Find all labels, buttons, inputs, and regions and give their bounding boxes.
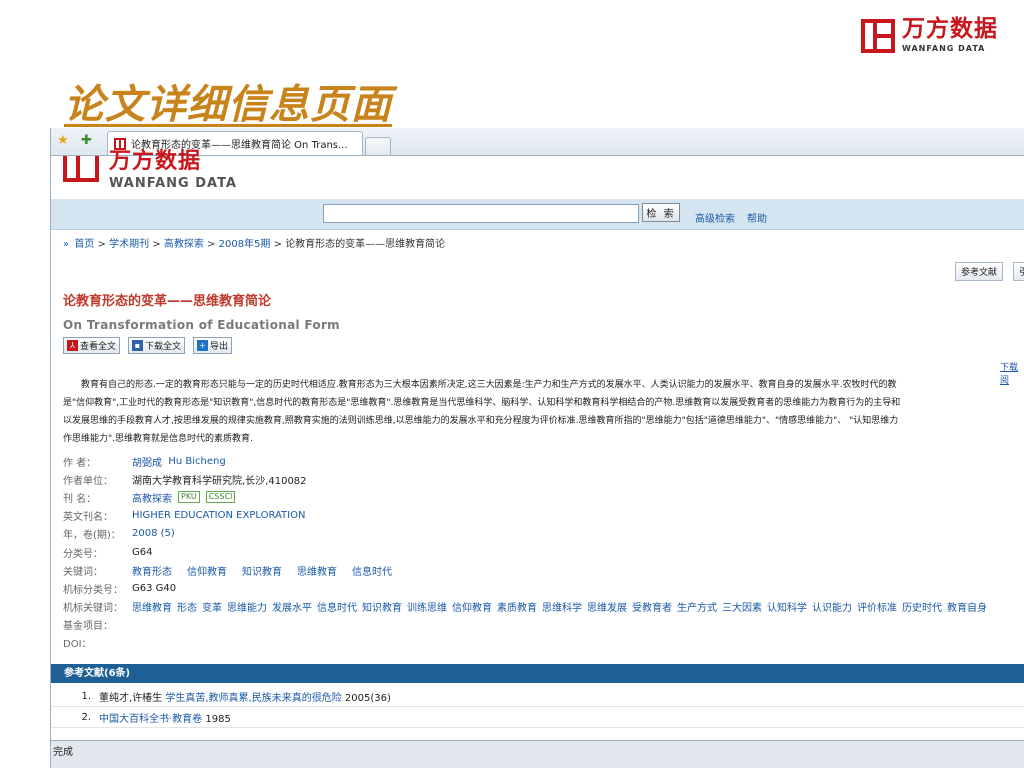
machine-keyword-link[interactable]: 评价标准 — [857, 599, 897, 614]
machine-keyword-link[interactable]: 思维发展 — [587, 599, 627, 614]
search-input[interactable] — [323, 204, 639, 223]
browser-window: ★ ✚ 论教育形态的变革——思维教育简论 On Trans... 万方数据 WA… — [50, 128, 1024, 768]
article-abstract: 教育有自己的形态.一定的教育形态只能与一定的历史时代相适应.教育形态为三大根本因… — [63, 376, 1024, 446]
references-button[interactable]: 参考文献 — [955, 262, 1004, 281]
export-icon: + — [197, 340, 208, 351]
meta-fund-row: 基金项目： — [63, 621, 113, 633]
reference-list: 1. 董纯才,许椿生 学生真苦,教师真累,民族未来真的很危险 2005(36) … — [51, 686, 1024, 728]
article-title-en: On Transformation of Educational Form — [63, 318, 340, 332]
save-icon: ▪ — [132, 340, 143, 351]
class-number: G64 — [132, 546, 153, 558]
keyword-link[interactable]: 知识教育 — [242, 563, 282, 578]
slide-logo-en: WANFANG DATA — [902, 44, 986, 53]
machine-keyword-link[interactable]: 发展水平 — [272, 599, 312, 614]
wanfang-logo-icon — [63, 156, 99, 182]
add-favorite-icon[interactable]: ✚ — [81, 133, 92, 149]
machine-keyword-link[interactable]: 生产方式 — [677, 599, 717, 614]
search-button[interactable]: 检 索 — [642, 203, 680, 222]
meta-machine-keywords-row: 机标关键词： 思维教育 形态 变革 思维能力 发展水平 信息时代 知识教育 训练… — [63, 598, 992, 616]
machine-keyword-link[interactable]: 三大因素 — [722, 599, 762, 614]
reference-title-link[interactable]: 中国大百科全书·教育卷 — [99, 714, 202, 725]
machine-keyword-link[interactable]: 思维教育 — [132, 599, 172, 614]
machine-keyword-link[interactable]: 教育自身 — [947, 599, 987, 614]
year-issue-link[interactable]: 2008 (5) — [132, 528, 175, 539]
advanced-search-link[interactable]: 高级检索 — [695, 210, 735, 225]
favorites-star-icon[interactable]: ★ — [57, 133, 69, 149]
wanfang-favicon-icon — [114, 137, 126, 150]
new-tab-button[interactable] — [365, 137, 391, 155]
site-logo-cn: 万方数据 — [109, 149, 202, 174]
abstract-line: 作思维能力".思维教育就是信息时代的素质教育. — [63, 434, 253, 444]
keyword-link[interactable]: 信仰教育 — [187, 563, 227, 578]
site-header: 万方数据 WANFANG DATA — [51, 151, 1024, 200]
site-logo-en: WANFANG DATA — [109, 176, 237, 191]
cssci-badge: CSSCI — [205, 491, 236, 504]
reference-title-link[interactable]: 学生真苦,教师真累,民族未来真的很危险 — [165, 693, 341, 704]
breadcrumb-current: 论教育形态的变革——思维教育简论 — [285, 239, 446, 250]
site-logo[interactable]: 万方数据 WANFANG DATA — [63, 151, 237, 191]
view-fulltext-button[interactable]: ⅄ 查看全文 — [63, 337, 121, 354]
reference-item: 2. 中国大百科全书·教育卷 1985 — [51, 707, 1024, 728]
pku-badge: PKU — [178, 491, 200, 504]
breadcrumb-issue[interactable]: 2008年5期 — [219, 239, 271, 250]
abstract-line: 是"信仰教育",工业时代的教育形态是"知识教育",信息时代的教育形态是"思维教育… — [63, 398, 901, 408]
author-org: 湖南大学教育科学研究院,长沙,410082 — [132, 475, 307, 487]
machine-keyword-link[interactable]: 信息时代 — [317, 599, 357, 614]
slide-logo-cn: 万方数据 — [902, 16, 998, 42]
breadcrumb-home[interactable]: 首页 — [74, 239, 94, 250]
breadcrumb-arrow-icon: » — [63, 239, 70, 250]
author-en-link[interactable]: Hu Bicheng — [168, 456, 225, 467]
export-button[interactable]: + 导出 — [193, 337, 233, 354]
slide-logo: 万方数据 WANFANG DATA — [861, 18, 998, 53]
abstract-line: 以发展思维的手段教育人才,按思维发展的规律实施教育,照教育实施的法则训练思维,以… — [63, 416, 899, 426]
meta-class-row: 分类号： G64 — [63, 546, 153, 560]
meta-doi-row: DOI： — [63, 639, 92, 651]
machine-keyword-link[interactable]: 知识教育 — [362, 599, 402, 614]
meta-org-row: 作者单位： 湖南大学教育科学研究院,长沙,410082 — [63, 470, 992, 488]
machine-keyword-link[interactable]: 素质教育 — [497, 599, 537, 614]
machine-keyword-link[interactable]: 思维科学 — [542, 599, 582, 614]
slide-title: 论文详细信息页面 — [64, 82, 392, 128]
author-link[interactable]: 胡弼成 — [132, 454, 162, 469]
machine-keyword-link[interactable]: 认识能力 — [812, 599, 852, 614]
journal-en-link[interactable]: HIGHER EDUCATION EXPLORATION — [132, 510, 305, 521]
references-header: 参考文献(6条) — [51, 664, 1024, 683]
keyword-link[interactable]: 教育形态 — [132, 563, 172, 578]
breadcrumb-journal[interactable]: 高教探索 — [164, 239, 204, 250]
article-title: 论教育形态的变革——思维教育简论 — [63, 294, 272, 309]
machine-keyword-link[interactable]: 历史时代 — [902, 599, 942, 614]
machine-keyword-link[interactable]: 思维能力 — [227, 599, 267, 614]
machine-keyword-link[interactable]: 信仰教育 — [452, 599, 492, 614]
meta-journal-en-row: 英文刊名： HIGHER EDUCATION EXPLORATION — [63, 510, 306, 524]
reference-item: 1. 董纯才,许椿生 学生真苦,教师真累,民族未来真的很危险 2005(36) — [51, 686, 1024, 707]
pdf-icon: ⅄ — [67, 340, 78, 351]
machine-keyword-link[interactable]: 训练思维 — [407, 599, 447, 614]
wanfang-logo-icon — [861, 18, 895, 53]
breadcrumb-journals[interactable]: 学术期刊 — [109, 239, 149, 250]
meta-keywords-row: 关键词： 教育形态 信仰教育 知识教育 思维教育 信息时代 — [63, 561, 992, 579]
machine-keyword-link[interactable]: 形态 — [177, 599, 197, 614]
meta-author-row: 作 者： 胡弼成 Hu Bicheng — [63, 454, 226, 469]
article-metadata: 作 者： 胡弼成 Hu Bicheng 作者单位： 湖南大学教育科学研究院,长沙… — [63, 452, 992, 652]
keyword-link[interactable]: 信息时代 — [352, 563, 392, 578]
status-text: 完成 — [53, 747, 73, 758]
browser-status-bar: 完成 — [51, 740, 1024, 768]
meta-journal-row: 刊 名： 高教探索 PKU CSSCI — [63, 488, 992, 506]
abstract-line: 教育有自己的形态.一定的教育形态只能与一定的历史时代相适应.教育形态为三大根本因… — [63, 380, 897, 390]
help-link[interactable]: 帮助 — [747, 210, 767, 225]
keyword-link[interactable]: 思维教育 — [297, 563, 337, 578]
cited-by-button[interactable]: 引 — [1013, 262, 1024, 281]
machine-keyword-link[interactable]: 认知科学 — [767, 599, 807, 614]
download-fulltext-button[interactable]: ▪ 下载全文 — [128, 337, 186, 354]
meta-year-row: 年，卷(期)： 2008 (5) — [63, 528, 175, 542]
meta-machine-class-row: 机标分类号： G63 G40 — [63, 582, 177, 596]
machine-class-number: G63 G40 — [132, 582, 177, 594]
machine-keyword-link[interactable]: 变革 — [202, 599, 222, 614]
journal-link[interactable]: 高教探索 — [132, 490, 172, 505]
breadcrumb: » 首页 > 学术期刊 > 高教探索 > 2008年5期 > 论教育形态的变革—… — [63, 239, 446, 250]
search-bar: 检 索 高级检索 帮助 — [51, 200, 1024, 230]
machine-keyword-link[interactable]: 受教育者 — [632, 599, 672, 614]
